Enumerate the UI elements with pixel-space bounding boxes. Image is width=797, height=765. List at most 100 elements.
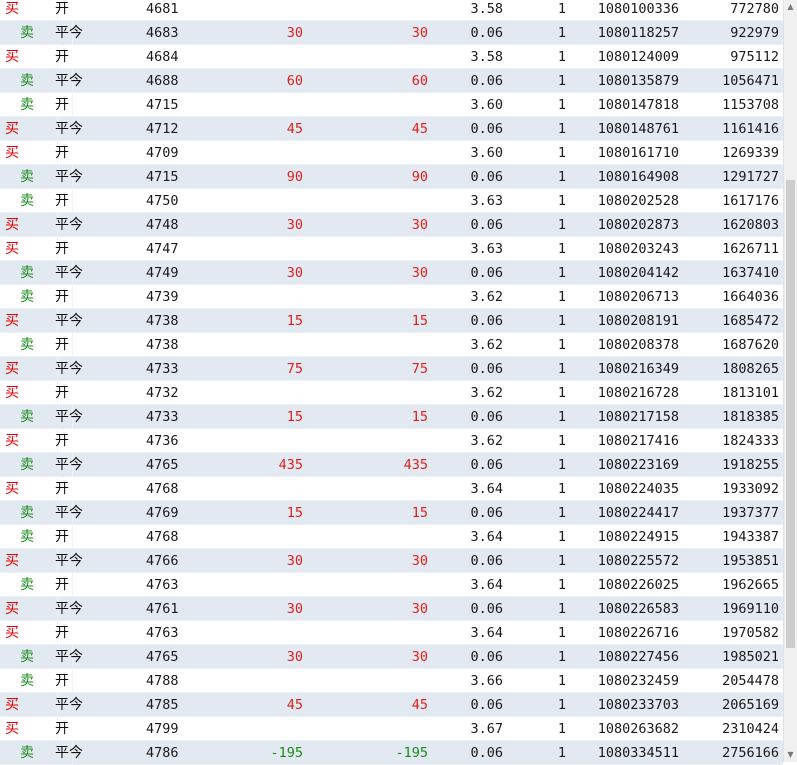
fee-cell: 0.06 [470,313,503,329]
profit-cell: 15 [286,409,303,425]
fee-cell: 3.64 [470,625,503,641]
net-profit-cell [306,477,428,501]
table-row[interactable]: 买开 4799 3.67 1 1080263682 2310424 [0,717,783,741]
quantity-cell: 1 [557,433,566,449]
profit-cell: 90 [286,169,303,185]
trade-records-table: 买开 4681 3.58 1 1080100336 772780 卖平今 4683 30 30 0.… [0,0,783,765]
index-cell: 1153708 [722,97,779,113]
price-cell: 4765 [146,457,179,473]
time-cell: 1080224035 [597,481,679,497]
net-profit-cell [306,717,428,741]
table-row[interactable]: 买开 4736 3.62 1 1080217416 1824333 [0,429,783,453]
table-row[interactable]: 买平今 4761 30 30 0.06 1 1080226583 1969110 [0,597,783,621]
quantity-cell: 1 [557,529,566,545]
price-cell: 4681 [146,1,179,17]
net-profit-cell: 435 [403,457,428,473]
open-close-cell: 开 [55,145,69,161]
table-row[interactable]: 买开 4768 3.64 1 1080224035 1933092 [0,477,783,501]
quantity-cell: 1 [557,457,566,473]
table-row[interactable]: 卖平今 4683 30 30 0.06 1 1080118257 922979 [0,21,783,45]
net-profit-cell [306,525,428,549]
open-close-cell: 平今 [55,409,83,425]
table-row[interactable]: 买开 4684 3.58 1 1080124009 975112 [0,45,783,69]
table-row[interactable]: 买平今 4766 30 30 0.06 1 1080225572 1953851 [0,549,783,573]
table-row[interactable]: 卖开 4750 3.63 1 1080202528 1617176 [0,189,783,213]
profit-cell [210,477,303,501]
table-row[interactable]: 卖开 4768 3.64 1 1080224915 1943387 [0,525,783,549]
table-row[interactable]: 买开 4763 3.64 1 1080226716 1970582 [0,621,783,645]
profit-cell [210,45,303,69]
quantity-cell: 1 [557,697,566,713]
table-row[interactable]: 买平今 4748 30 30 0.06 1 1080202873 1620803 [0,213,783,237]
index-cell: 1937377 [722,505,779,521]
price-cell: 4763 [146,625,179,641]
quantity-cell: 1 [557,337,566,353]
table-row[interactable]: 买开 4709 3.60 1 1080161710 1269339 [0,141,783,165]
table-row[interactable]: 买平今 4785 45 45 0.06 1 1080233703 2065169 [0,693,783,717]
index-cell: 1813101 [722,385,779,401]
profit-cell: 30 [286,25,303,41]
time-cell: 1080208191 [597,313,679,329]
price-cell: 4684 [146,49,179,65]
scroll-thumb[interactable] [786,180,795,648]
price-cell: 4739 [146,289,179,305]
table-row[interactable]: 卖平今 4786 -195 -195 0.06 1 1080334511 2756166 [0,741,783,765]
open-close-cell: 开 [55,49,69,65]
table-row[interactable]: 买平今 4712 45 45 0.06 1 1080148761 1161416 [0,117,783,141]
table-row[interactable]: 卖平今 4769 15 15 0.06 1 1080224417 1937377 [0,501,783,525]
table-row[interactable]: 卖平今 4765 30 30 0.06 1 1080227456 1985021 [0,645,783,669]
net-profit-cell [306,141,428,165]
scroll-down-arrow-icon[interactable]: ▼ [784,748,797,762]
table-row[interactable]: 卖开 4715 3.60 1 1080147818 1153708 [0,93,783,117]
fee-cell: 3.66 [470,673,503,689]
price-cell: 4715 [146,97,179,113]
table-row[interactable]: 买平今 4733 75 75 0.06 1 1080216349 1808265 [0,357,783,381]
side-cell: 买 [0,381,58,405]
index-cell: 2054478 [722,673,779,689]
open-close-cell: 开 [55,193,69,209]
price-cell: 4688 [146,73,179,89]
table-row[interactable]: 买开 4747 3.63 1 1080203243 1626711 [0,237,783,261]
net-profit-cell [306,669,428,693]
open-close-cell: 开 [55,433,69,449]
table-row[interactable]: 买开 4681 3.58 1 1080100336 772780 [0,0,783,21]
quantity-cell: 1 [557,361,566,377]
price-cell: 4709 [146,145,179,161]
time-cell: 1080206713 [597,289,679,305]
time-cell: 1080217416 [597,433,679,449]
time-cell: 1080224417 [597,505,679,521]
price-cell: 4768 [146,481,179,497]
table-row[interactable]: 卖开 4788 3.66 1 1080232459 2054478 [0,669,783,693]
profit-cell [210,93,303,117]
scroll-up-arrow-icon[interactable]: ▲ [784,0,797,14]
index-cell: 2310424 [722,721,779,737]
table-row[interactable]: 卖开 4738 3.62 1 1080208378 1687620 [0,333,783,357]
vertical-scrollbar[interactable]: ▲ ▼ [783,0,797,762]
index-cell: 2065169 [722,697,779,713]
fee-cell: 0.06 [470,217,503,233]
table-row[interactable]: 卖平今 4765 435 435 0.06 1 1080223169 1918255 [0,453,783,477]
quantity-cell: 1 [557,217,566,233]
time-cell: 1080226583 [597,601,679,617]
side-cell: 买 [0,0,58,21]
net-profit-cell: -195 [395,745,428,761]
quantity-cell: 1 [557,121,566,137]
table-row[interactable]: 卖平今 4688 60 60 0.06 1 1080135879 1056471 [0,69,783,93]
profit-cell [210,525,303,549]
quantity-cell: 1 [557,289,566,305]
price-cell: 4768 [146,529,179,545]
table-row[interactable]: 买平今 4738 15 15 0.06 1 1080208191 1685472 [0,309,783,333]
net-profit-cell [306,381,428,405]
quantity-cell: 1 [557,265,566,281]
net-profit-cell: 30 [411,25,428,41]
net-profit-cell [306,237,428,261]
table-row[interactable]: 买开 4732 3.62 1 1080216728 1813101 [0,381,783,405]
table-row[interactable]: 卖平今 4733 15 15 0.06 1 1080217158 1818385 [0,405,783,429]
table-row[interactable]: 卖开 4739 3.62 1 1080206713 1664036 [0,285,783,309]
profit-cell: 30 [286,601,303,617]
table-row[interactable]: 卖平今 4715 90 90 0.06 1 1080164908 1291727 [0,165,783,189]
price-cell: 4733 [146,361,179,377]
table-row[interactable]: 卖平今 4749 30 30 0.06 1 1080204142 1637410 [0,261,783,285]
table-row[interactable]: 卖开 4763 3.64 1 1080226025 1962665 [0,573,783,597]
open-close-cell: 平今 [55,265,83,281]
